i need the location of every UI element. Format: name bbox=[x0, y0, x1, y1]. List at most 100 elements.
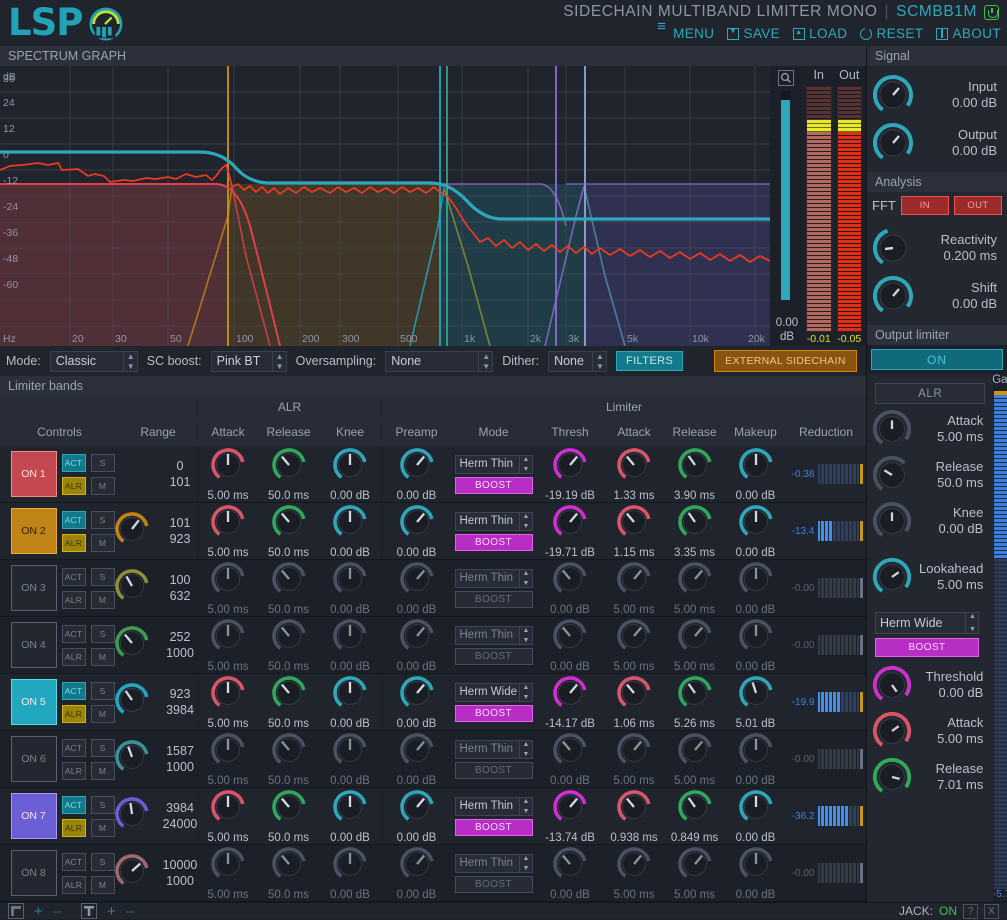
band-range-knob[interactable] bbox=[113, 852, 151, 895]
band-attack-knob[interactable] bbox=[615, 674, 653, 717]
ol-mode-select[interactable]: Herm Wide bbox=[875, 612, 979, 634]
ol-release-knob[interactable] bbox=[871, 454, 913, 496]
band-alr-attack-knob[interactable] bbox=[209, 788, 247, 831]
band-act-button[interactable]: ACT bbox=[61, 453, 86, 472]
band-boost-button[interactable]: BOOST bbox=[454, 704, 533, 722]
help-icon[interactable]: ? bbox=[963, 903, 978, 919]
band-range-knob[interactable] bbox=[113, 681, 151, 724]
band-alr-button[interactable]: ALR bbox=[61, 533, 86, 552]
band-range-knob[interactable] bbox=[113, 624, 151, 667]
band-boost-button[interactable]: BOOST bbox=[454, 590, 533, 608]
band-on-button[interactable]: ON 5 bbox=[10, 679, 57, 725]
external-sidechain-button[interactable]: EXTERNAL SIDECHAIN bbox=[714, 350, 857, 372]
input-knob[interactable] bbox=[871, 73, 915, 117]
band-range-knob[interactable] bbox=[113, 795, 151, 838]
save-button[interactable]: SAVE bbox=[727, 26, 780, 41]
ol-threshold-knob[interactable] bbox=[871, 664, 913, 706]
band-release-knob[interactable] bbox=[676, 845, 714, 888]
band-makeup-knob[interactable] bbox=[737, 788, 775, 831]
band-release-knob[interactable] bbox=[676, 674, 714, 717]
band-alr-button[interactable]: ALR bbox=[61, 590, 86, 609]
band-alr-button[interactable]: ALR bbox=[61, 875, 86, 894]
dither-select[interactable]: None bbox=[548, 350, 607, 372]
band-alr-release-knob[interactable] bbox=[270, 788, 308, 831]
oversampling-select[interactable]: None bbox=[385, 350, 494, 372]
band-alr-release-knob[interactable] bbox=[270, 617, 308, 660]
band-makeup-knob[interactable] bbox=[737, 446, 775, 489]
band-boost-button[interactable]: BOOST bbox=[454, 647, 533, 665]
ol-attack-knob[interactable] bbox=[871, 408, 913, 450]
band-mode-select[interactable]: Herm Wide bbox=[454, 682, 533, 702]
band-alr-release-knob[interactable] bbox=[270, 674, 308, 717]
band-boost-button[interactable]: BOOST bbox=[454, 761, 533, 779]
zoom-slider[interactable] bbox=[781, 91, 790, 300]
band-attack-knob[interactable] bbox=[615, 845, 653, 888]
band-range-knob[interactable] bbox=[113, 510, 151, 553]
band-makeup-knob[interactable] bbox=[737, 617, 775, 660]
band-thresh-knob[interactable] bbox=[551, 674, 589, 717]
band-preamp-knob[interactable] bbox=[398, 560, 436, 603]
ol-lim-attack-knob[interactable] bbox=[871, 710, 913, 752]
scboost-select[interactable]: Pink BT bbox=[210, 350, 287, 372]
band-release-knob[interactable] bbox=[676, 503, 714, 546]
band-solo-button[interactable]: S bbox=[90, 795, 115, 814]
band-alr-knee-knob[interactable] bbox=[331, 446, 369, 489]
band-makeup-knob[interactable] bbox=[737, 674, 775, 717]
band-act-button[interactable]: ACT bbox=[61, 795, 86, 814]
band-attack-knob[interactable] bbox=[615, 788, 653, 831]
band-boost-button[interactable]: BOOST bbox=[454, 818, 533, 836]
band-range-knob[interactable] bbox=[113, 738, 151, 781]
text-plus-button[interactable]: + bbox=[107, 904, 116, 919]
menu-button[interactable]: MENU bbox=[657, 21, 714, 42]
about-button[interactable]: ABOUT bbox=[936, 26, 1001, 41]
band-alr-knee-knob[interactable] bbox=[331, 674, 369, 717]
band-alr-button[interactable]: ALR bbox=[61, 761, 86, 780]
band-attack-knob[interactable] bbox=[615, 560, 653, 603]
ol-lim-release-knob[interactable] bbox=[871, 756, 913, 798]
band-mute-button[interactable]: M bbox=[90, 533, 115, 552]
spectrum-graph[interactable]: dB 36 24 12 0 -12 -24 -36 -48 -60 Hz 20 30 50 1… bbox=[0, 66, 770, 346]
band-boost-button[interactable]: BOOST bbox=[454, 875, 533, 893]
band-alr-release-knob[interactable] bbox=[270, 845, 308, 888]
band-preamp-knob[interactable] bbox=[398, 731, 436, 774]
band-act-button[interactable]: ACT bbox=[61, 567, 86, 586]
band-makeup-knob[interactable] bbox=[737, 560, 775, 603]
band-act-button[interactable]: ACT bbox=[61, 681, 86, 700]
reset-button[interactable]: RESET bbox=[860, 26, 923, 41]
band-on-button[interactable]: ON 7 bbox=[10, 793, 57, 839]
output-limiter-alr-button[interactable]: ALR bbox=[875, 383, 986, 404]
band-alr-release-knob[interactable] bbox=[270, 560, 308, 603]
band-alr-button[interactable]: ALR bbox=[61, 818, 86, 837]
band-alr-button[interactable]: ALR bbox=[61, 476, 86, 495]
band-act-button[interactable]: ACT bbox=[61, 852, 86, 871]
band-preamp-knob[interactable] bbox=[398, 617, 436, 660]
mode-select[interactable]: Classic bbox=[49, 350, 138, 372]
band-mute-button[interactable]: M bbox=[90, 704, 115, 723]
band-on-button[interactable]: ON 1 bbox=[10, 451, 57, 497]
band-thresh-knob[interactable] bbox=[551, 560, 589, 603]
band-alr-attack-knob[interactable] bbox=[209, 617, 247, 660]
band-minus-button[interactable]: – bbox=[53, 904, 61, 919]
band-mode-select[interactable]: Herm Thin bbox=[454, 853, 533, 873]
band-preamp-knob[interactable] bbox=[398, 674, 436, 717]
band-alr-knee-knob[interactable] bbox=[331, 731, 369, 774]
band-mute-button[interactable]: M bbox=[90, 476, 115, 495]
band-act-button[interactable]: ACT bbox=[61, 738, 86, 757]
band-release-knob[interactable] bbox=[676, 446, 714, 489]
band-release-knob[interactable] bbox=[676, 788, 714, 831]
band-mute-button[interactable]: M bbox=[90, 590, 115, 609]
band-makeup-knob[interactable] bbox=[737, 731, 775, 774]
band-thresh-knob[interactable] bbox=[551, 845, 589, 888]
band-attack-knob[interactable] bbox=[615, 503, 653, 546]
band-mute-button[interactable]: M bbox=[90, 647, 115, 666]
band-preamp-knob[interactable] bbox=[398, 845, 436, 888]
band-makeup-knob[interactable] bbox=[737, 845, 775, 888]
load-button[interactable]: LOAD bbox=[793, 26, 847, 41]
band-solo-button[interactable]: S bbox=[90, 681, 115, 700]
close-icon[interactable]: X bbox=[984, 903, 999, 919]
band-alr-button[interactable]: ALR bbox=[61, 647, 86, 666]
band-mute-button[interactable]: M bbox=[90, 818, 115, 837]
magnifier-icon[interactable] bbox=[778, 70, 794, 86]
band-add-icon[interactable] bbox=[8, 903, 24, 919]
band-preamp-knob[interactable] bbox=[398, 446, 436, 489]
